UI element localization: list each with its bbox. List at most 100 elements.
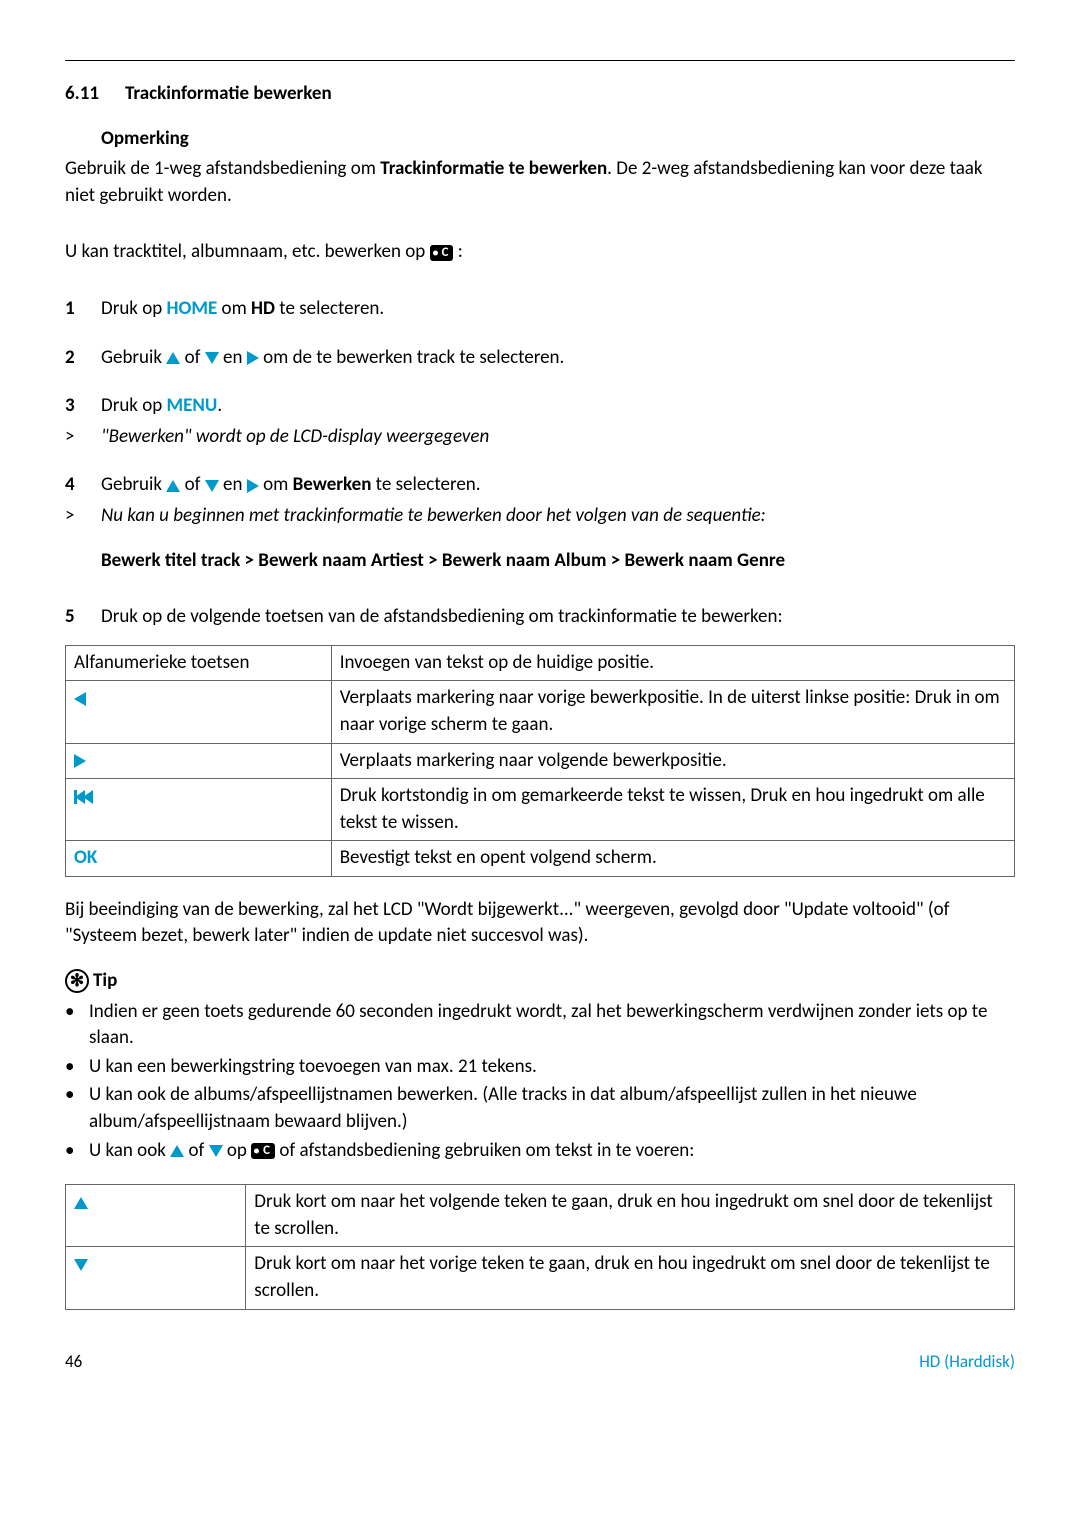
list-item: • U kan ook of op C of afstandsbediening… [65,1138,1015,1165]
step-5-text: Druk op de volgende toetsen van de afsta… [101,604,1015,631]
list-item: •Indien er geen toets gedurende 60 secon… [65,999,1015,1052]
table-1-r1c2: Invoegen van tekst op de huidige positie… [331,645,1014,681]
char-entry-table: Druk kort om naar het volgende teken te … [65,1184,1015,1309]
step-1-text: Druk op HOME om HD te selecteren. [101,296,1015,323]
table-1-r5c2: Bevestigt tekst en opent volgend scherm. [331,841,1014,877]
step-1-pre: Druk op [101,297,167,320]
step-2-of: of [180,346,204,369]
table-row: Druk kortstondig in om gemarkeerde tekst… [66,779,1015,841]
result-marker: > [65,424,101,451]
tip-2: U kan een bewerkingstring toevoegen van … [89,1054,1015,1081]
section-title: Trackinformatie bewerken [125,82,332,105]
list-item: •U kan een bewerkingstring toevoegen van… [65,1054,1015,1081]
step-3-post: . [217,394,222,417]
intro-colon: : [458,240,463,263]
table-1-r2c1 [66,681,332,743]
chapter-name: HD (Harddisk) [919,1350,1015,1374]
step-4-post: te selecteren. [371,473,480,496]
table-2-r2c2: Druk kort om naar het vorige teken te ga… [246,1247,1015,1309]
step-3: 3 Druk op MENU. [65,393,1015,420]
note-bold: Trackinformatie te bewerken [380,157,607,180]
table-1-r4c1 [66,779,332,841]
right-arrow-icon [247,351,259,365]
step-1-num: 1 [65,296,101,323]
right-arrow-icon [74,754,86,768]
step-4-result-text: Nu kan u beginnen met trackinformatie te… [101,503,766,530]
table-1-r3c2: Verplaats markering naar volgende bewerk… [331,743,1014,779]
step-1-mid: om [217,297,251,320]
step-3-pre: Druk op [101,394,167,417]
tip-1: Indien er geen toets gedurende 60 second… [89,999,1015,1052]
table-row: Alfanumerieke toetsen Invoegen van tekst… [66,645,1015,681]
step-3-result: > "Bewerken" wordt op de LCD-display wee… [65,424,1015,451]
section-number: 6.11 [65,81,125,108]
tip-4-of: of [184,1139,208,1162]
tip-4-post: of afstandsbediening gebruiken om tekst … [275,1139,694,1162]
step-4-result: > Nu kan u beginnen met trackinformatie … [65,503,1015,530]
table-2-r1c1 [66,1185,246,1247]
step-3-num: 3 [65,393,101,420]
table-row: OK Bevestigt tekst en opent volgend sche… [66,841,1015,877]
table-row: Verplaats markering naar vorige bewerkpo… [66,681,1015,743]
center-badge-icon: C [430,245,454,261]
right-arrow-icon [247,479,259,493]
step-2-text: Gebruik of en om de te bewerken track te… [101,345,1015,372]
ok-icon: OK [74,846,97,869]
down-arrow-icon [205,352,219,364]
note-paragraph: Gebruik de 1-weg afstandsbediening om Tr… [65,156,1015,209]
after-table-paragraph: Bij beeindiging van de bewerking, zal he… [65,897,1015,950]
edit-sequence: Bewerk titel track > Bewerk naam Artiest… [101,548,1015,575]
step-4-num: 4 [65,472,101,499]
step-1-post: te selecteren. [275,297,384,320]
table-1-r1c1: Alfanumerieke toetsen [66,645,332,681]
table-1-r4c2: Druk kortstondig in om gemarkeerde tekst… [331,779,1014,841]
step-4-mid: om [259,473,293,496]
top-rule [65,60,1015,61]
section-heading: 6.11Trackinformatie bewerken [65,81,1015,108]
note-heading: Opmerking [101,126,1015,153]
down-arrow-icon [209,1145,223,1157]
tip-4: U kan ook of op C of afstandsbediening g… [89,1138,1015,1165]
table-1-r3c1 [66,743,332,779]
step-2-pre: Gebruik [101,346,166,369]
table-row: Druk kort om naar het volgende teken te … [66,1185,1015,1247]
step-2-en: en [219,346,247,369]
hd-text: HD [251,297,275,320]
up-arrow-icon [170,1145,184,1157]
list-item: •U kan ook de albums/afspeellijstnamen b… [65,1082,1015,1135]
left-arrow-icon [74,692,86,706]
tip-3: U kan ook de albums/afspeellijstnamen be… [89,1082,1015,1135]
tip-label: Tip [93,969,117,992]
table-1-r5c1: OK [66,841,332,877]
step-2-num: 2 [65,345,101,372]
step-1: 1 Druk op HOME om HD te selecteren. [65,296,1015,323]
tips-list: •Indien er geen toets gedurende 60 secon… [65,999,1015,1165]
up-arrow-icon [166,480,180,492]
table-2-r2c1 [66,1247,246,1309]
result-marker: > [65,503,101,530]
down-arrow-icon [205,480,219,492]
menu-key: MENU [167,394,218,417]
editing-keys-table: Alfanumerieke toetsen Invoegen van tekst… [65,645,1015,877]
up-arrow-icon [166,352,180,364]
table-row: Verplaats markering naar volgende bewerk… [66,743,1015,779]
up-arrow-icon [74,1197,88,1209]
home-key: HOME [167,297,218,320]
step-5: 5 Druk op de volgende toetsen van de afs… [65,604,1015,631]
step-2-post: om de te bewerken track te selecteren. [259,346,565,369]
bewerken-bold: Bewerken [293,473,372,496]
intro-line: U kan tracktitel, albumnaam, etc. bewerk… [65,239,1015,266]
prev-track-icon [74,790,93,804]
table-row: Druk kort om naar het vorige teken te ga… [66,1247,1015,1309]
page-footer: 46 HD (Harddisk) [65,1350,1015,1374]
step-4-text: Gebruik of en om Bewerken te selecteren. [101,472,1015,499]
step-4-pre: Gebruik [101,473,166,496]
tip-heading: ✻Tip [65,968,1015,995]
table-2-r1c2: Druk kort om naar het volgende teken te … [246,1185,1015,1247]
tip-icon: ✻ [65,969,89,993]
step-5-num: 5 [65,604,101,631]
tip-4-pre: U kan ook [89,1139,170,1162]
step-3-result-text: "Bewerken" wordt op de LCD-display weerg… [101,424,489,451]
table-1-r2c2: Verplaats markering naar vorige bewerkpo… [331,681,1014,743]
step-2: 2 Gebruik of en om de te bewerken track … [65,345,1015,372]
